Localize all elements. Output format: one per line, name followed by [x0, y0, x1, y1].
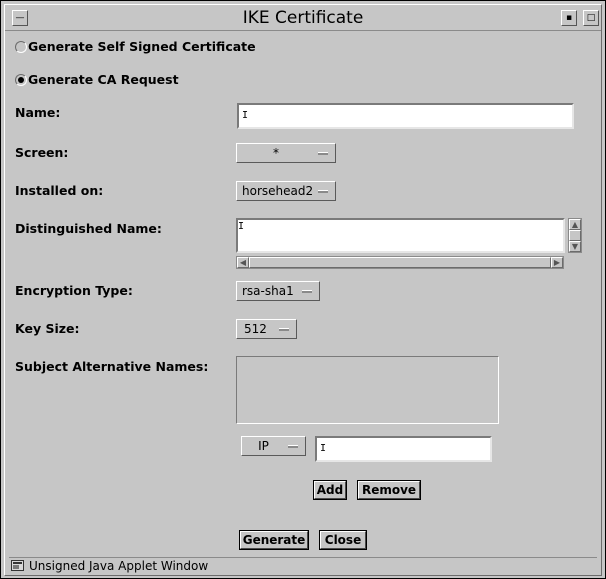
san-type-value: IP	[258, 439, 269, 453]
name-label: Name:	[15, 105, 61, 120]
status-text: Unsigned Java Applet Window	[29, 559, 209, 573]
encryption-type-dropdown[interactable]: rsa-sha1	[236, 281, 320, 301]
key-size-value: 512	[244, 322, 267, 336]
distinguished-name-textarea[interactable]: I	[236, 218, 565, 253]
scroll-right-icon[interactable]: ▶	[551, 257, 563, 268]
key-size-label: Key Size:	[15, 321, 80, 336]
window-title: IKE Certificate	[242, 8, 364, 28]
dropdown-indicator-icon	[318, 190, 328, 193]
text-cursor-icon: I	[320, 443, 327, 454]
key-size-dropdown[interactable]: 512	[236, 319, 297, 339]
dropdown-indicator-icon	[302, 290, 312, 293]
scroll-thumb[interactable]	[249, 257, 551, 268]
text-cursor-icon: I	[238, 221, 245, 232]
maximize-icon: □	[586, 13, 596, 23]
ike-certificate-window: — IKE Certificate ▪ □ Generate Self Sign…	[0, 0, 606, 579]
generate-button[interactable]: Generate	[239, 530, 309, 550]
status-bar: Unsigned Java Applet Window	[9, 557, 597, 574]
scroll-thumb[interactable]	[569, 230, 581, 241]
close-button[interactable]: Close	[319, 530, 367, 550]
screen-dropdown-value: *	[273, 146, 279, 160]
radio-selected-dot	[18, 77, 24, 83]
scroll-up-icon[interactable]: ▲	[569, 219, 581, 230]
title-bar[interactable]: — IKE Certificate ▪ □	[5, 6, 601, 31]
installed-on-value: horsehead2	[242, 184, 314, 198]
encryption-type-label: Encryption Type:	[15, 283, 133, 298]
installed-on-label: Installed on:	[15, 183, 104, 198]
minimize-button[interactable]: ▪	[561, 10, 577, 26]
minimize-icon: ▪	[565, 13, 573, 23]
dn-vertical-scrollbar[interactable]: ▲ ▼	[568, 218, 582, 253]
screen-dropdown[interactable]: *	[236, 143, 336, 163]
dropdown-indicator-icon	[279, 328, 289, 331]
subject-alt-names-list[interactable]	[236, 356, 499, 424]
self-signed-radio[interactable]	[15, 41, 27, 53]
add-button[interactable]: Add	[313, 480, 347, 500]
dropdown-indicator-icon	[288, 445, 298, 448]
self-signed-label[interactable]: Generate Self Signed Certificate	[28, 39, 256, 54]
dn-horizontal-scrollbar[interactable]: ◀ ▶	[236, 256, 564, 269]
scroll-left-icon[interactable]: ◀	[237, 257, 249, 268]
installed-on-dropdown[interactable]: horsehead2	[236, 181, 336, 201]
san-value-field[interactable]: I	[315, 436, 492, 462]
scroll-down-icon[interactable]: ▼	[569, 241, 581, 252]
ca-request-radio[interactable]	[15, 74, 27, 86]
maximize-button[interactable]: □	[583, 10, 599, 26]
subject-alt-names-label: Subject Alternative Names:	[15, 359, 209, 374]
remove-button[interactable]: Remove	[357, 480, 421, 500]
screen-label: Screen:	[15, 145, 69, 160]
java-applet-icon	[11, 560, 24, 571]
ca-request-label[interactable]: Generate CA Request	[28, 72, 179, 87]
name-field[interactable]: I	[237, 103, 574, 129]
encryption-type-value: rsa-sha1	[242, 284, 294, 298]
text-cursor-icon: I	[242, 110, 249, 121]
dropdown-indicator-icon	[318, 152, 328, 155]
san-type-dropdown[interactable]: IP	[241, 436, 306, 456]
distinguished-name-label: Distinguished Name:	[15, 221, 162, 236]
